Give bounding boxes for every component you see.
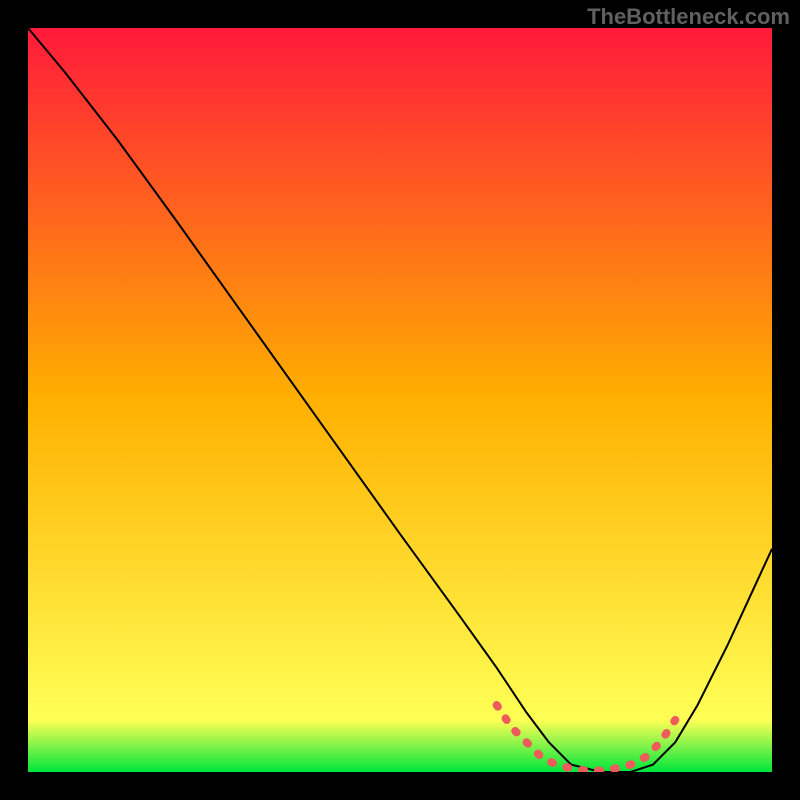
watermark-text: TheBottleneck.com [587, 4, 790, 30]
gradient-background [28, 28, 772, 772]
bottleneck-chart [28, 28, 772, 772]
